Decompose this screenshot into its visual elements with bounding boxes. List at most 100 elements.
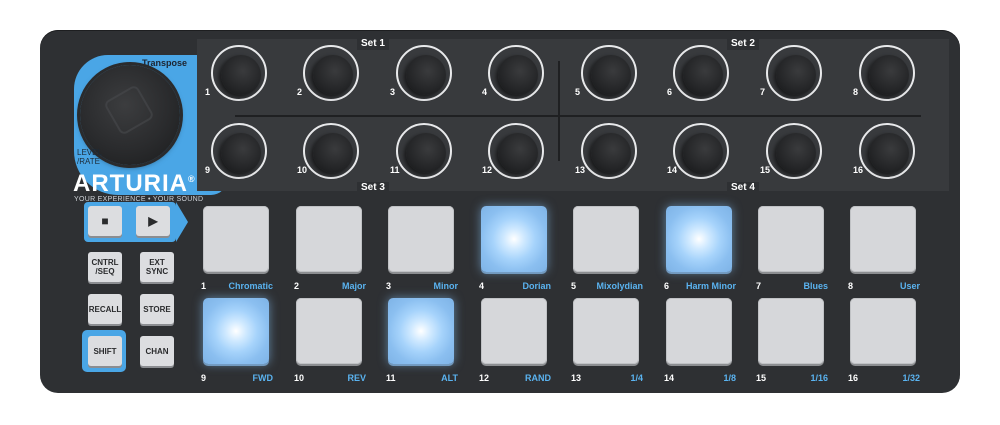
knob-cap xyxy=(406,55,446,95)
knob-number: 14 xyxy=(667,165,678,175)
knob-cap xyxy=(591,55,631,95)
knob-number: 13 xyxy=(575,165,586,175)
pad-5[interactable] xyxy=(573,206,639,272)
pad-function-label: User xyxy=(899,281,920,291)
knob-cap xyxy=(498,55,538,95)
cntrl-seq-button[interactable]: CNTRL/SEQ xyxy=(88,252,122,282)
pad-7[interactable] xyxy=(758,206,824,272)
set-1-label: Set 1 xyxy=(357,38,389,50)
knob-cap xyxy=(776,133,816,173)
play-icon: ▶ xyxy=(148,213,158,228)
knob-number: 6 xyxy=(667,87,673,97)
brand-logo: ARTURIA® xyxy=(73,170,196,198)
knob-6[interactable] xyxy=(673,45,729,101)
pad-function-label: REV xyxy=(347,373,366,383)
brand-registered-mark: ® xyxy=(188,174,196,184)
pad-function-label: 1/8 xyxy=(723,373,736,383)
shift-button[interactable]: SHIFT xyxy=(88,336,122,366)
ext-sync-button[interactable]: EXT SYNC xyxy=(140,252,174,282)
knob-4[interactable] xyxy=(488,45,544,101)
pad-function-label: RAND xyxy=(525,373,551,383)
pad-function-label: 1/32 xyxy=(902,373,920,383)
pad-2[interactable] xyxy=(296,206,362,272)
knob-cap xyxy=(498,133,538,173)
pad-function-label: FWD xyxy=(252,373,274,383)
pad-6[interactable] xyxy=(666,206,732,272)
knob-13[interactable] xyxy=(581,123,637,179)
knob-2[interactable] xyxy=(303,45,359,101)
ext-text: EXT xyxy=(149,258,165,267)
pad-15[interactable] xyxy=(758,298,824,364)
transport-group: ■ ▶ xyxy=(84,202,188,242)
knob-10[interactable] xyxy=(303,123,359,179)
knob-divider-vertical xyxy=(558,61,560,161)
recall-button[interactable]: RECALL xyxy=(88,294,122,324)
pad-function-label: Minor xyxy=(433,281,459,291)
knob-cap xyxy=(313,55,353,95)
knob-number: 12 xyxy=(482,165,493,175)
pad-13[interactable] xyxy=(573,298,639,364)
rate-label-text: /RATE xyxy=(77,157,100,166)
cntrl-text: CNTRL xyxy=(91,258,119,267)
transpose-label: Transpose xyxy=(142,58,188,68)
knob-9[interactable] xyxy=(211,123,267,179)
pad-10[interactable] xyxy=(296,298,362,364)
knob-number: 16 xyxy=(853,165,864,175)
brand-text: ARTURIA xyxy=(73,170,188,197)
knob-number: 4 xyxy=(482,87,488,97)
pad-function-label: 1/4 xyxy=(630,373,643,383)
knob-number: 10 xyxy=(297,165,308,175)
knob-divider-horizontal xyxy=(235,115,921,117)
set-2-label: Set 2 xyxy=(727,38,759,50)
set-3-label: Set 3 xyxy=(357,182,389,194)
pad-16[interactable] xyxy=(850,298,916,364)
pad-1[interactable] xyxy=(203,206,269,272)
knob-3[interactable] xyxy=(396,45,452,101)
seq-text: /SEQ xyxy=(95,267,115,276)
set-4-label: Set 4 xyxy=(727,182,759,194)
pad-11[interactable] xyxy=(388,298,454,364)
knob-number: 2 xyxy=(297,87,303,97)
shift-label: SHIFT xyxy=(93,346,117,356)
cntrl-seq-label: CNTRL/SEQ xyxy=(91,258,118,276)
pad-8[interactable] xyxy=(850,206,916,272)
ext-sync-label: EXT SYNC xyxy=(146,258,168,276)
knob-number: 3 xyxy=(390,87,396,97)
knob-1[interactable] xyxy=(211,45,267,101)
knob-number: 7 xyxy=(760,87,766,97)
stop-button[interactable]: ■ xyxy=(88,206,122,236)
pad-function-label: 1/16 xyxy=(810,373,828,383)
knob-7[interactable] xyxy=(766,45,822,101)
knob-8[interactable] xyxy=(859,45,915,101)
knob-16[interactable] xyxy=(859,123,915,179)
knob-number: 8 xyxy=(853,87,859,97)
knob-11[interactable] xyxy=(396,123,452,179)
knob-cap xyxy=(591,133,631,173)
knob-cap xyxy=(869,55,909,95)
knob-14[interactable] xyxy=(673,123,729,179)
level-rate-label: LEVEL /RATE xyxy=(77,148,102,166)
pad-4[interactable] xyxy=(481,206,547,272)
pad-12[interactable] xyxy=(481,298,547,364)
knob-15[interactable] xyxy=(766,123,822,179)
pad-14[interactable] xyxy=(666,298,732,364)
pad-function-label: Chromatic xyxy=(228,281,273,291)
knob-12[interactable] xyxy=(488,123,544,179)
pad-function-label: Blues xyxy=(803,281,828,291)
recall-label: RECALL xyxy=(88,304,122,314)
knob-number: 9 xyxy=(205,165,211,175)
pad-function-label: Dorian xyxy=(522,281,551,291)
store-button[interactable]: STORE xyxy=(140,294,174,324)
knob-cap xyxy=(683,55,723,95)
pad-function-label: Major xyxy=(341,281,366,291)
chan-button[interactable]: CHAN xyxy=(140,336,174,366)
controller-body: Transpose LEVEL /RATE ARTURIA® YOUR EXPE… xyxy=(40,30,960,393)
knob-cap xyxy=(221,133,261,173)
knob-number: 1 xyxy=(205,87,211,97)
chan-label: CHAN xyxy=(145,346,169,356)
play-button[interactable]: ▶ xyxy=(136,206,170,236)
knob-number: 5 xyxy=(575,87,581,97)
pad-9[interactable] xyxy=(203,298,269,364)
pad-3[interactable] xyxy=(388,206,454,272)
knob-5[interactable] xyxy=(581,45,637,101)
